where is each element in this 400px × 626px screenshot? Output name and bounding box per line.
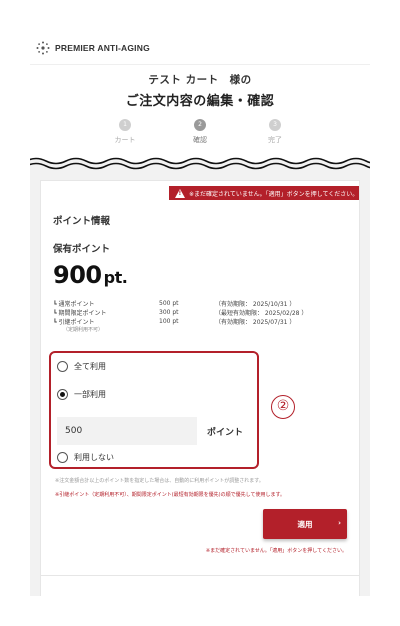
annotation-callout-2: ② <box>271 395 295 419</box>
points-card: ※まだ確定されていません。「適用」ボタンを押してください。 ポイント情報 保有ポ… <box>40 180 360 580</box>
breakdown-points: 300 pt <box>159 309 179 316</box>
breakdown-name: ┗ 引継ポイント <box>53 319 95 326</box>
breakdown-name: ┗ 通常ポイント <box>53 301 95 308</box>
breakdown-row-regular: ┗ 通常ポイント 500 pt （有効期限： 2025/10/31 ） <box>53 299 353 308</box>
progress-steps: 1 カート 2 確認 3 完了 <box>100 119 300 159</box>
option-label: 全て利用 <box>74 362 106 371</box>
next-section-card <box>40 575 360 596</box>
bottom-warning-note: ※まだ確定されていません。「適用」ボタンを押してください。 <box>205 548 347 554</box>
radio-use-partial[interactable] <box>57 389 68 400</box>
radio-use-all[interactable] <box>57 361 68 372</box>
step-number: 1 <box>119 119 131 131</box>
point-usage-options: 全て利用 一部利用 ポイント 利用しない <box>49 351 259 469</box>
unconfirmed-warning-banner: ※まだ確定されていません。「適用」ボタンを押してください。 <box>169 186 359 200</box>
held-points-unit: pt. <box>103 268 128 287</box>
step-label: 完了 <box>268 136 282 144</box>
brand-logo: PREMIER ANTI-AGING <box>36 40 150 56</box>
radio-use-none[interactable] <box>57 452 68 463</box>
breakdown-row-carryover: ┗ 引継ポイント 100 pt （有効期限： 2025/07/31 ） <box>53 317 353 326</box>
auto-adjust-note: ※注文金額合計以上のポイント数を指定した場合は、自動的に利用ポイントが調整されま… <box>55 478 264 484</box>
step-confirm: 2 確認 <box>175 119 225 145</box>
held-points-value: 900 pt. <box>53 261 128 289</box>
apply-button-label: 適用 <box>297 519 313 529</box>
breakdown-expiry: （有効期限： 2025/10/31 ） <box>215 301 296 308</box>
app-frame: PREMIER ANTI-AGING テスト カート 様の ご注文内容の編集・確… <box>30 30 370 596</box>
breakdown-row-limited: ┗ 期間限定ポイント 300 pt （最短有効期限： 2025/02/28 ） <box>53 308 353 317</box>
points-section-title: ポイント情報 <box>53 216 111 227</box>
brand-mark-icon <box>36 41 50 55</box>
apply-button[interactable]: 適用 › <box>263 509 347 539</box>
held-points-label: 保有ポイント <box>53 244 111 255</box>
warning-icon <box>175 188 185 198</box>
points-breakdown: ┗ 通常ポイント 500 pt （有効期限： 2025/10/31 ） ┗ 期間… <box>53 299 353 333</box>
breakdown-expiry: （有効期限： 2025/07/31 ） <box>215 319 296 326</box>
brand-name: PREMIER ANTI-AGING <box>55 43 150 53</box>
carryover-note: （定期利用不可） <box>63 327 104 333</box>
held-points-number: 900 <box>53 261 102 289</box>
step-label: 確認 <box>193 136 207 144</box>
breakdown-name: ┗ 期間限定ポイント <box>53 310 107 317</box>
points-amount-unit: ポイント <box>207 428 244 438</box>
warning-text: ※まだ確定されていません。「適用」ボタンを押してください。 <box>189 190 359 198</box>
customer-name: テスト カート 様の <box>148 74 252 86</box>
step-number: 3 <box>269 119 281 131</box>
option-label: 一部利用 <box>74 390 106 399</box>
step-number: 2 <box>194 119 206 131</box>
breakdown-points: 100 pt <box>159 318 179 325</box>
option-use-all[interactable]: 全て利用 <box>57 361 106 372</box>
header-divider <box>30 64 370 65</box>
points-amount-input[interactable] <box>57 417 197 445</box>
option-use-none[interactable]: 利用しない <box>57 452 114 463</box>
page-title: ご注文内容の編集・確認 <box>125 94 275 109</box>
breakdown-points: 500 pt <box>159 300 179 307</box>
chevron-right-icon: › <box>338 519 341 527</box>
breakdown-expiry: （最短有効期限： 2025/02/28 ） <box>215 310 308 317</box>
option-use-partial[interactable]: 一部利用 <box>57 389 106 400</box>
option-label: 利用しない <box>74 453 114 462</box>
step-complete: 3 完了 <box>250 119 300 145</box>
usage-order-note: ※引継ポイント（定期利用不可）、期間限定ポイント(最短有効期限を優先)の順で優先… <box>55 492 285 498</box>
step-cart: 1 カート <box>100 119 150 145</box>
step-label: カート <box>114 136 136 144</box>
torn-edge-divider <box>30 157 370 171</box>
